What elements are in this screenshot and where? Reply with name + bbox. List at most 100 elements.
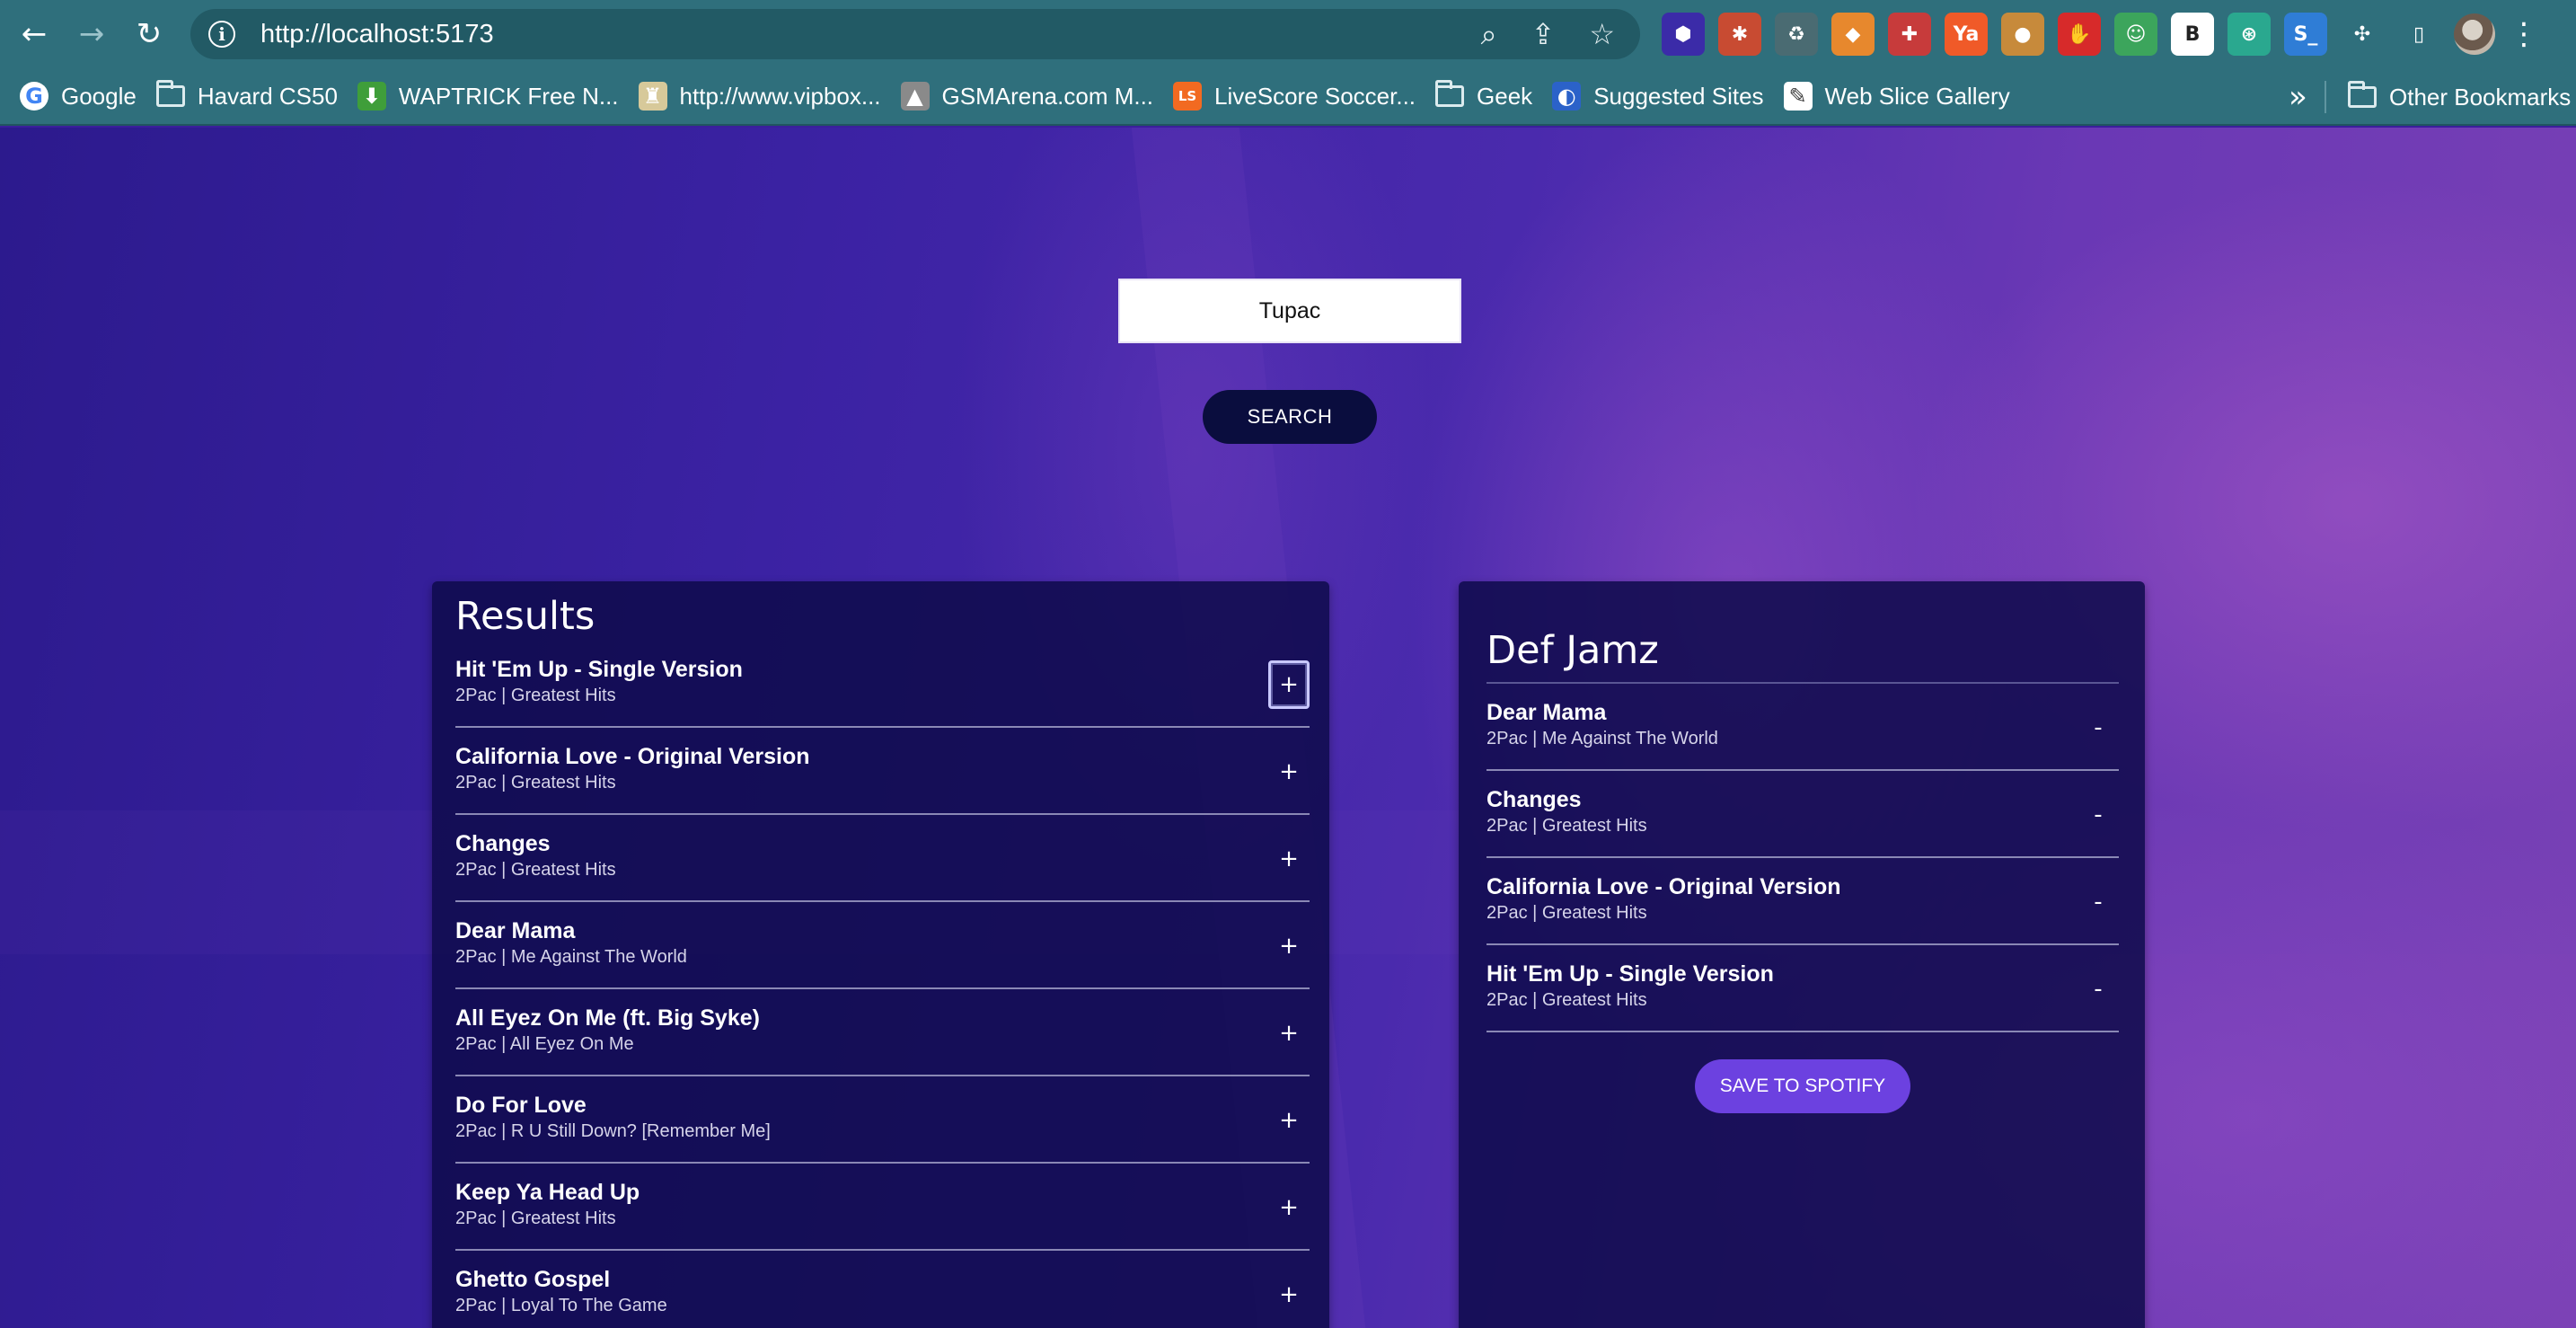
profile-avatar[interactable]: [2454, 13, 2495, 55]
track-row: Dear Mama 2Pac | Me Against The World +: [455, 902, 1310, 989]
bookmarks-bar: G Google Havard CS50 ⬇ WAPTRICK Free N... ♜ ht…: [0, 68, 2576, 126]
fox-extension-icon[interactable]: ◆: [1831, 13, 1875, 56]
track-row: Keep Ya Head Up 2Pac | Greatest Hits +: [455, 1164, 1310, 1251]
site-info-icon[interactable]: i: [208, 21, 235, 48]
add-track-button[interactable]: +: [1268, 835, 1310, 883]
bookmark-star-icon[interactable]: ☆: [1589, 17, 1615, 51]
bookmark-label: Suggested Sites: [1593, 82, 1764, 110]
web-slice-icon: ✎: [1783, 82, 1813, 111]
bookmark-item[interactable]: ▲ GSMArena.com M...: [900, 67, 1154, 125]
track-name: California Love - Original Version: [455, 744, 810, 769]
ya-extension-icon[interactable]: Ya: [1945, 13, 1988, 56]
stop-hand-extension-icon[interactable]: ✋: [2058, 13, 2101, 56]
track-row: Do For Love 2Pac | R U Still Down? [Remem…: [455, 1076, 1310, 1164]
add-track-button[interactable]: +: [1268, 922, 1310, 970]
playlist-panel: Def Jamz Dear Mama 2Pac | Me Against The …: [1459, 581, 2145, 1328]
google-icon: G: [20, 82, 49, 111]
livescore-icon: LS: [1173, 82, 1203, 111]
track-name: Changes: [1486, 787, 1582, 812]
track-row: Ghetto Gospel 2Pac | Loyal To The Game +: [455, 1251, 1310, 1328]
remove-track-button[interactable]: -: [2078, 704, 2119, 752]
add-track-button[interactable]: +: [1268, 1096, 1310, 1145]
track-artist-album: 2Pac | Greatest Hits: [1486, 816, 1647, 836]
b-extension-icon[interactable]: B: [2171, 13, 2214, 56]
results-title: Results: [455, 594, 595, 639]
extensions-row: ⬢ ✱ ♻ ◆ ✚ Ya ● ✋ ☺ B ⊛ S_ ✣ ▯ ⋮: [1662, 13, 2539, 56]
bookmark-item[interactable]: ⬇ WAPTRICK Free N...: [357, 67, 619, 125]
results-panel: Results Hit 'Em Up - Single Version 2Pac …: [432, 581, 1329, 1328]
bookmark-label: http://www.vipbox...: [679, 82, 881, 110]
share-icon[interactable]: ⇪: [1531, 17, 1556, 51]
track-name: Ghetto Gospel: [455, 1267, 611, 1292]
track-row: California Love - Original Version 2Pac |…: [1486, 858, 2119, 945]
track-artist-album: 2Pac | Me Against The World: [455, 947, 687, 967]
s-extension-icon[interactable]: S_: [2284, 13, 2327, 56]
bookmark-label: Google: [61, 82, 137, 110]
track-artist-album: 2Pac | R U Still Down? [Remember Me]: [455, 1121, 771, 1141]
remove-track-button[interactable]: -: [2078, 878, 2119, 926]
track-name: Hit 'Em Up - Single Version: [455, 657, 743, 682]
track-row: Hit 'Em Up - Single Version 2Pac | Greate…: [1486, 945, 2119, 1032]
waptrick-icon: ⬇: [357, 82, 386, 111]
add-track-button[interactable]: +: [1268, 1183, 1310, 1232]
bookmark-item[interactable]: Geek: [1435, 67, 1532, 125]
remove-track-button[interactable]: -: [2078, 965, 2119, 1014]
robot-extension-icon[interactable]: ☺: [2114, 13, 2157, 56]
app-page: Tupac SEARCH Results Hit 'Em Up - Single…: [0, 128, 2576, 1328]
back-arrow-icon[interactable]: ←: [11, 11, 57, 58]
remove-track-button[interactable]: -: [2078, 791, 2119, 839]
track-row: Changes 2Pac | Greatest Hits -: [1486, 771, 2119, 858]
bookmark-item[interactable]: Havard CS50: [155, 67, 338, 125]
recycle-extension-icon[interactable]: ♻: [1775, 13, 1818, 56]
add-track-button[interactable]: +: [1268, 660, 1310, 709]
bookmark-item[interactable]: ♜ http://www.vipbox...: [638, 67, 881, 125]
bookmark-label: GSMArena.com M...: [941, 82, 1154, 110]
menu-dots-icon[interactable]: ⋮: [2509, 16, 2539, 52]
bookmark-item[interactable]: G Google: [20, 67, 137, 125]
track-artist-album: 2Pac | Me Against The World: [1486, 729, 1718, 748]
suggested-sites-icon: ◐: [1552, 82, 1582, 111]
browser-toolbar: ← → ↻ i http://localhost:5173 ⌕ ⇪ ☆ ⬢ ✱ ♻ ◆…: [0, 0, 2576, 68]
gsmarena-icon: ▲: [900, 82, 930, 111]
puzzle-extensions-icon[interactable]: ✣: [2341, 13, 2384, 56]
bookmarks-overflow-button[interactable]: »: [2289, 68, 2307, 126]
track-artist-album: 2Pac | Loyal To The Game: [455, 1296, 667, 1315]
address-url[interactable]: http://localhost:5173: [260, 20, 494, 49]
side-panel-icon[interactable]: ▯: [2397, 13, 2440, 56]
cube-extension-icon[interactable]: ⬢: [1662, 13, 1705, 56]
add-track-button[interactable]: +: [1268, 1270, 1310, 1319]
bookmark-item[interactable]: ✎ Web Slice Gallery: [1783, 67, 2010, 125]
track-row: Dear Mama 2Pac | Me Against The World -: [1486, 684, 2119, 771]
playlist-name-input[interactable]: Def Jamz: [1486, 628, 1659, 673]
bookmark-label: LiveScore Soccer...: [1214, 82, 1416, 110]
reload-icon[interactable]: ↻: [126, 11, 172, 58]
track-name: Dear Mama: [455, 918, 576, 943]
add-track-button[interactable]: +: [1268, 748, 1310, 796]
zoom-search-icon[interactable]: ⌕: [1481, 17, 1497, 52]
track-row: Changes 2Pac | Greatest Hits +: [455, 815, 1310, 902]
track-name: Dear Mama: [1486, 700, 1607, 725]
paw-extension-icon[interactable]: ✱: [1718, 13, 1761, 56]
track-artist-album: 2Pac | Greatest Hits: [1486, 903, 1647, 923]
bookmark-item[interactable]: LS LiveScore Soccer...: [1173, 67, 1416, 125]
address-bar[interactable]: i http://localhost:5173 ⌕ ⇪ ☆: [190, 9, 1640, 59]
add-track-button[interactable]: +: [1268, 1009, 1310, 1058]
track-artist-album: 2Pac | Greatest Hits: [1486, 990, 1647, 1010]
folder-icon: [2348, 81, 2377, 108]
save-to-spotify-button[interactable]: SAVE TO SPOTIFY: [1695, 1059, 1910, 1113]
openai-extension-icon[interactable]: ⊛: [2228, 13, 2271, 56]
folder-icon: [1435, 80, 1465, 107]
bookmark-label: Web Slice Gallery: [1824, 82, 2010, 110]
cookie-extension-icon[interactable]: ●: [2001, 13, 2044, 56]
track-name: Do For Love: [455, 1093, 587, 1118]
forward-arrow-icon[interactable]: →: [68, 11, 115, 58]
bookmark-label: Geek: [1477, 82, 1533, 110]
vipbox-icon: ♜: [638, 82, 667, 111]
bookmark-item[interactable]: ◐ Suggested Sites: [1552, 67, 1764, 125]
search-input[interactable]: Tupac: [1118, 279, 1461, 343]
track-name: Keep Ya Head Up: [455, 1180, 640, 1205]
search-button[interactable]: SEARCH: [1203, 390, 1377, 444]
grid-extension-icon[interactable]: ✚: [1888, 13, 1931, 56]
other-bookmarks-folder[interactable]: Other Bookmarks: [2325, 68, 2571, 126]
track-row: Hit 'Em Up - Single Version 2Pac | Greate…: [455, 641, 1310, 728]
